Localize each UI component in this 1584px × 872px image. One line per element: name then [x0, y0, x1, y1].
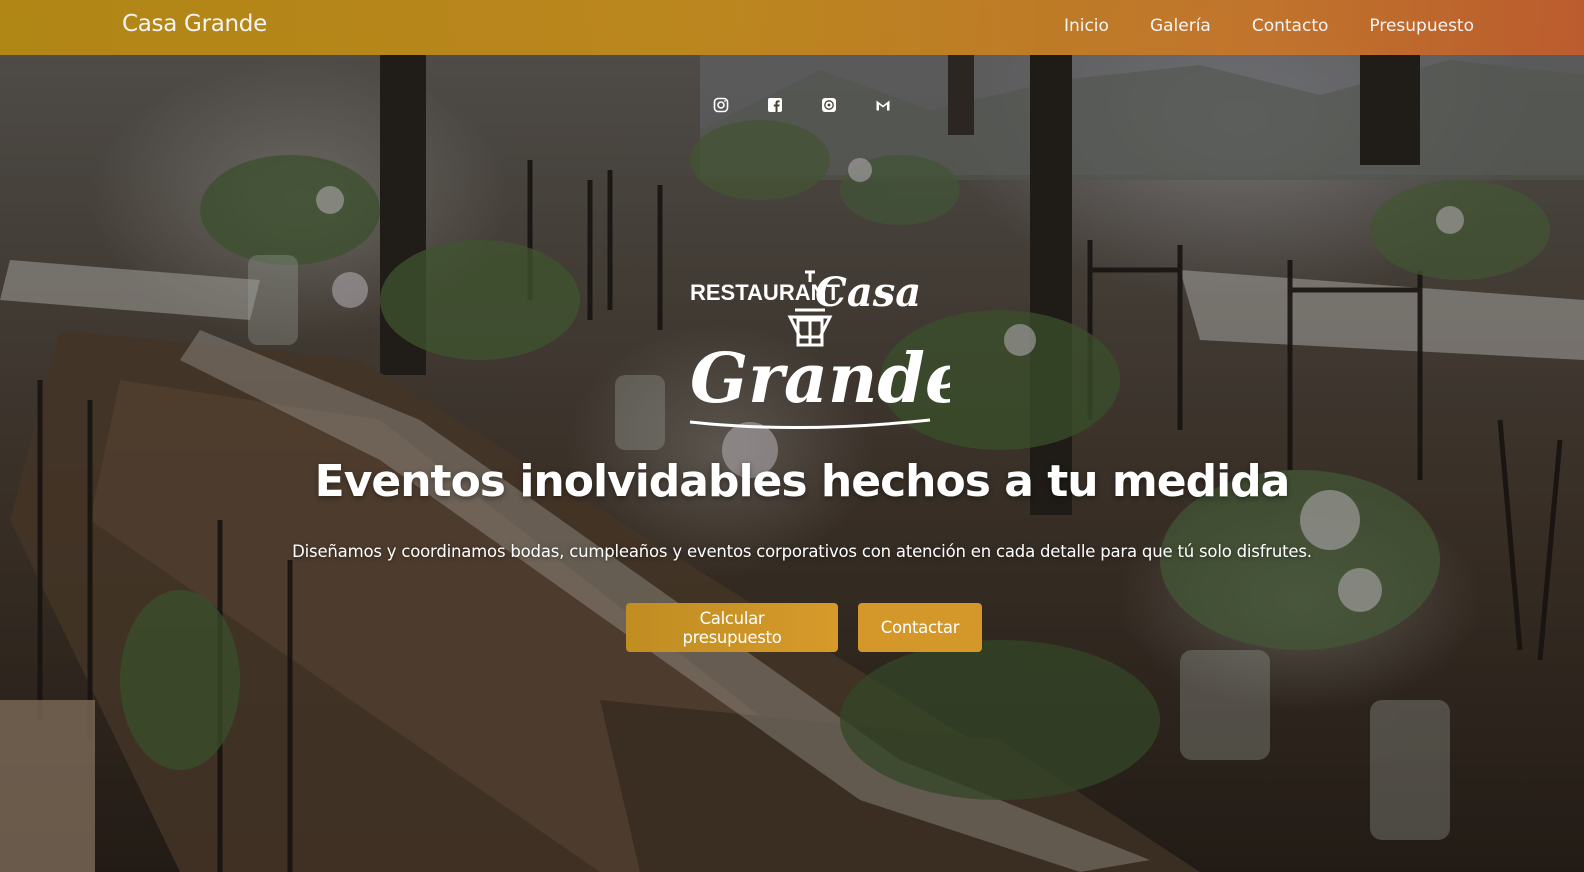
- calculate-budget-button[interactable]: Calcular presupuesto: [626, 603, 838, 652]
- nav-link-inicio[interactable]: Inicio: [1064, 16, 1109, 36]
- logo-grande-text: Grande: [690, 339, 950, 419]
- instagram-icon[interactable]: [713, 97, 729, 113]
- nav-link-contacto[interactable]: Contacto: [1252, 16, 1329, 36]
- logo-casa-text: Casa: [815, 269, 921, 316]
- casa-grande-logo: RESTAURANT Casa Grande: [689, 269, 950, 430]
- nav-links: Inicio Galería Contacto Presupuesto: [1064, 16, 1474, 36]
- contact-button[interactable]: Contactar: [858, 603, 982, 652]
- gmail-icon[interactable]: [875, 97, 891, 113]
- hero-subtitle: Diseñamos y coordinamos bodas, cumpleaño…: [292, 542, 1312, 561]
- social-links: [713, 97, 891, 113]
- hero-headline: Eventos inolvidables hechos a tu medida: [314, 456, 1291, 507]
- hero-cta-row: Calcular presupuesto Contactar: [626, 603, 982, 652]
- nav-link-presupuesto[interactable]: Presupuesto: [1369, 16, 1474, 36]
- nav-link-galeria[interactable]: Galería: [1150, 16, 1211, 36]
- whatsapp-icon[interactable]: [821, 97, 837, 113]
- top-navbar: Casa Grande Inicio Galería Contacto Pres…: [0, 0, 1584, 55]
- facebook-icon[interactable]: [767, 97, 783, 113]
- hero-section: Casa Grande Inicio Galería Contacto Pres…: [0, 0, 1584, 872]
- brand-link[interactable]: Casa Grande: [122, 11, 267, 37]
